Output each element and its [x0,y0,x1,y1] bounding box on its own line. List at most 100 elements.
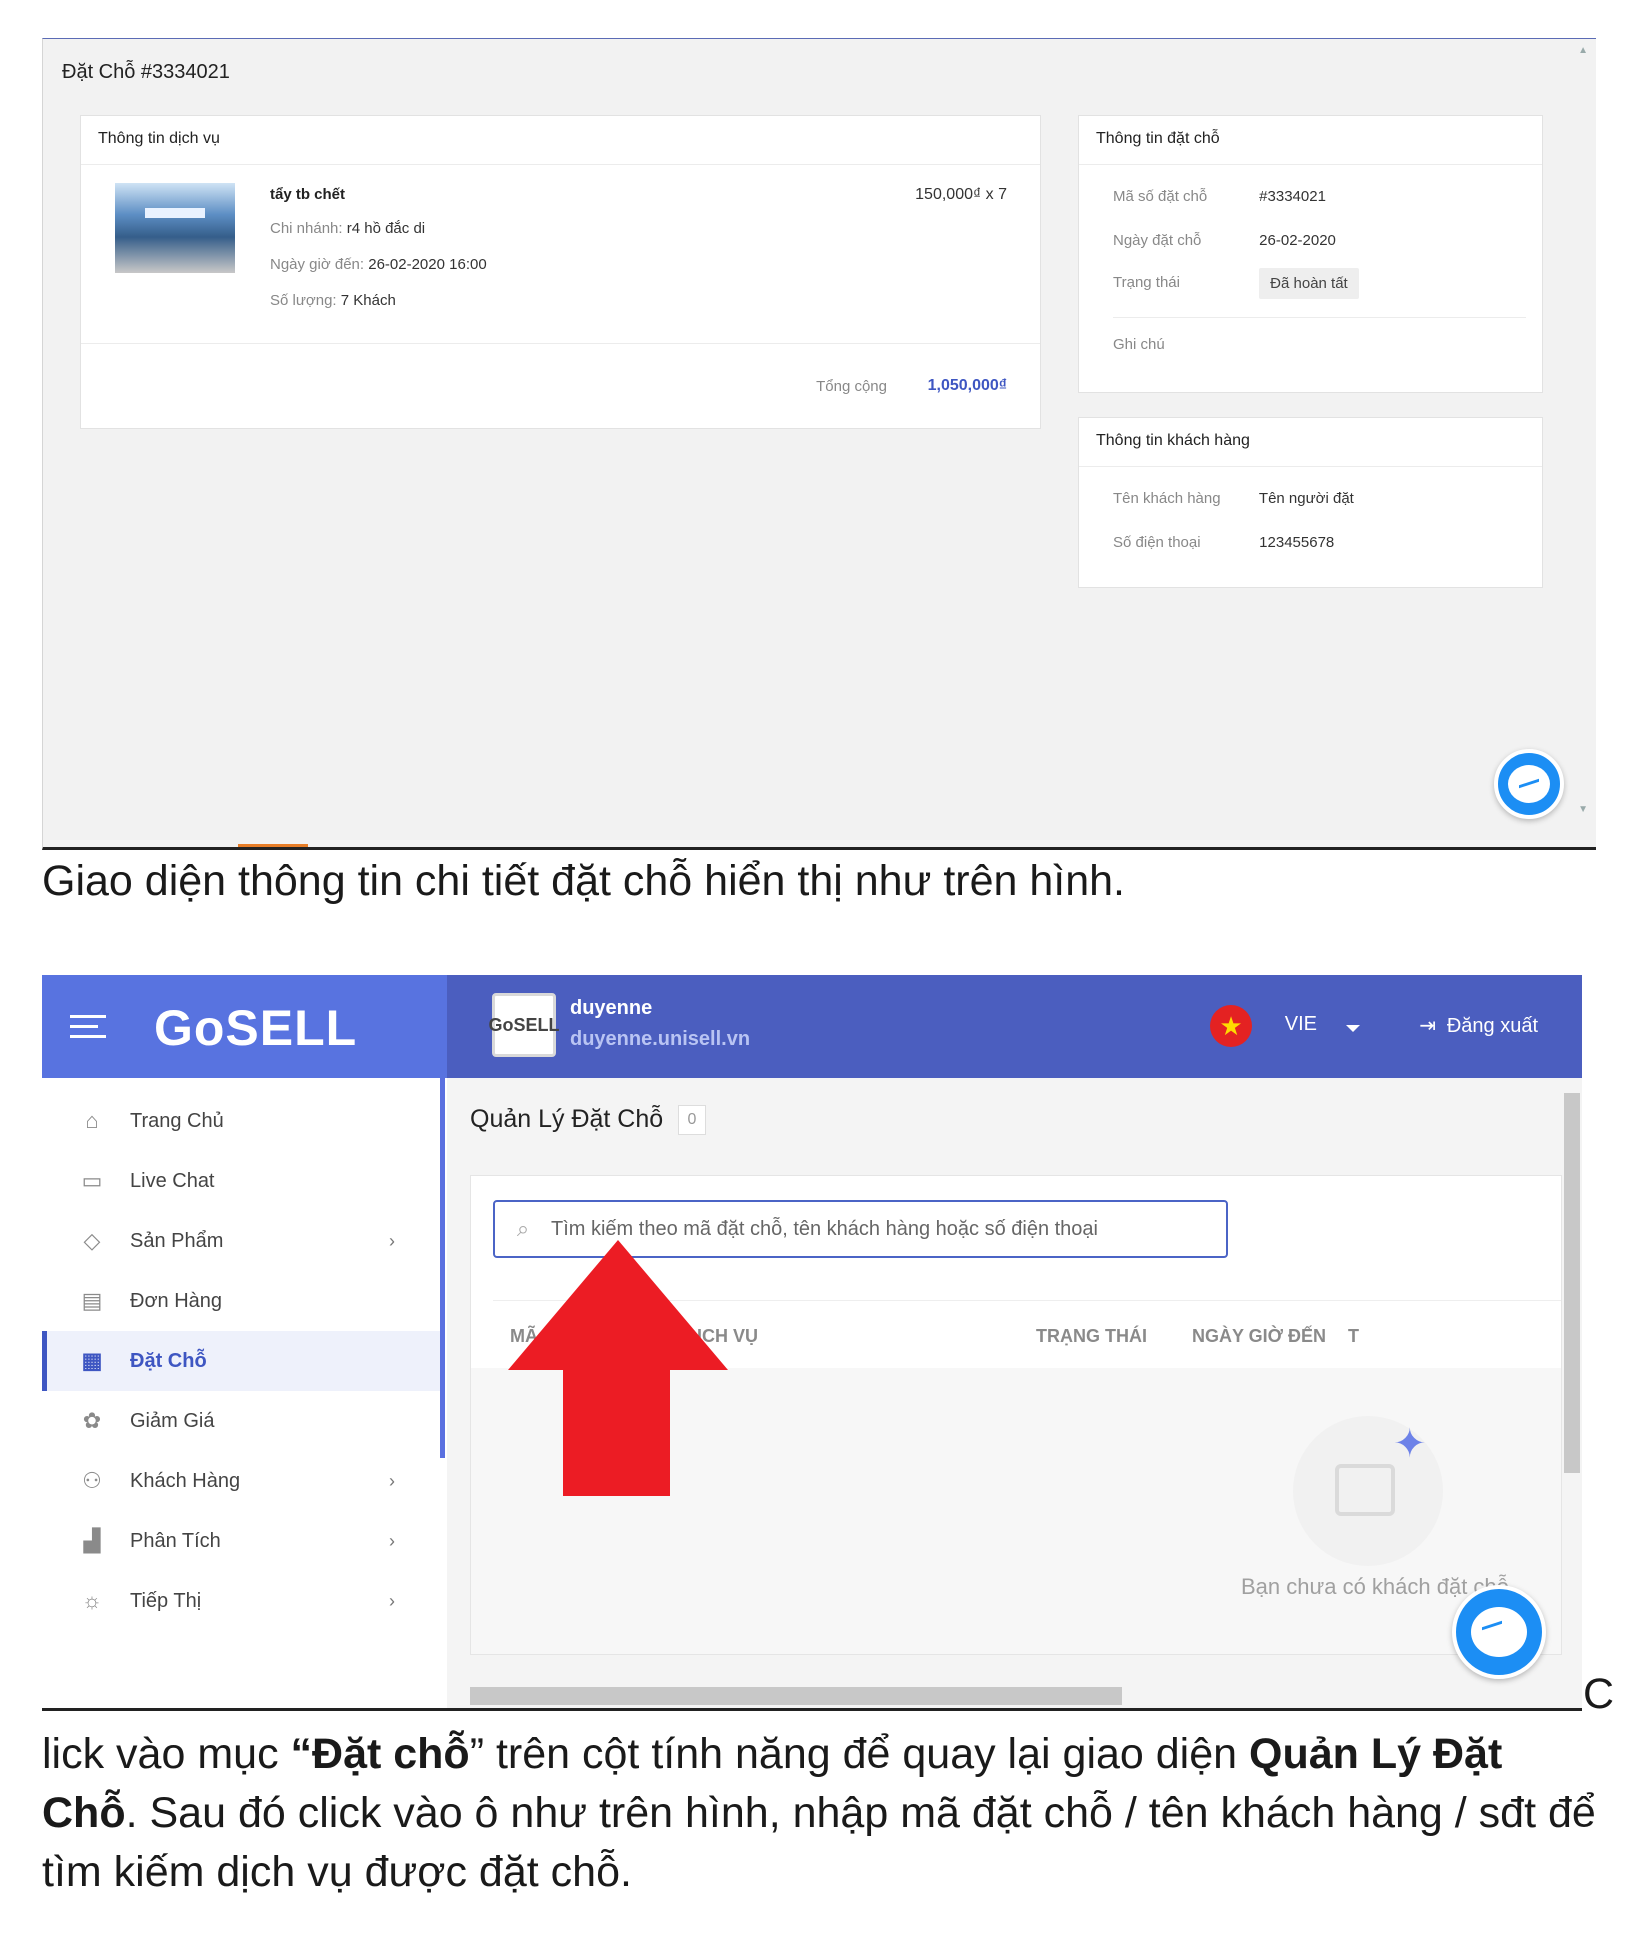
total-value: 1,050,000₫ [927,377,1007,394]
column-arrival[interactable]: NGÀY GIỜ ĐẾN [1192,1326,1326,1347]
service-name: tẩy tb chết [270,186,346,203]
top-header: GoSELL duyenne duyenne.unisell.vn ★ VIE … [447,975,1582,1078]
column-truncated[interactable]: T [1348,1326,1359,1347]
horizontal-scrollbar[interactable] [470,1687,1122,1705]
caption-2-part-1: lick vào mục [42,1730,291,1778]
booking-date-row: Ngày đặt chỗ 26-02-2020 [1113,232,1336,249]
order-icon: ▤ [81,1288,103,1313]
sidebar-item-label: Phân Tích [130,1529,221,1552]
sidebar-item-home[interactable]: ⌂ Trang Chủ [42,1091,440,1151]
chevron-down-icon[interactable] [1346,1025,1360,1032]
sidebar-item-marketing[interactable]: ☼ Tiếp Thị › [42,1571,440,1631]
sidebar-item-booking[interactable]: ▦ Đặt Chỗ [42,1331,440,1391]
status-badge: Đã hoàn tất [1259,268,1359,299]
booking-status-label: Trạng thái [1113,274,1180,291]
sidebar-item-label: Tiếp Thị [130,1589,202,1612]
shop-logo: GoSELL [489,993,560,1057]
service-price: 150,000₫ x 7 [915,186,1007,203]
booking-note-label: Ghi chú [1113,336,1165,353]
booking-count-badge: 0 [678,1105,706,1135]
sidebar-item-products[interactable]: ◇ Sản Phẩm › [42,1211,440,1271]
quantity-label: Số lượng: [270,292,337,309]
scroll-down-icon[interactable]: ▼ [1578,804,1588,815]
red-arrow-annotation [508,1240,728,1496]
chat-icon: ▭ [81,1168,103,1193]
booking-date-label: Ngày đặt chỗ [1113,232,1202,249]
language-label[interactable]: VIE [1285,1013,1317,1036]
customer-name-row: Tên khách hàng Tên người đặt [1113,490,1354,507]
caption-2-part-2: ” trên cột tính năng để quay lại giao di… [469,1730,1250,1778]
sidebar-item-label: Khách Hàng [130,1469,241,1492]
customer-phone-label: Số điện thoại [1113,534,1201,551]
shop-url[interactable]: duyenne.unisell.vn [570,1028,750,1051]
caption-1: Giao diện thông tin chi tiết đặt chỗ hiể… [42,857,1125,905]
sidebar-item-orders[interactable]: ▤ Đơn Hàng [42,1271,440,1331]
analytics-icon: ▟ [83,1528,101,1553]
booking-detail-title: Đặt Chỗ #3334021 [62,61,230,83]
vietnam-flag-icon[interactable]: ★ [1210,1005,1252,1047]
service-info-card: Thông tin dịch vụ tẩy tb chết Chi nhánh:… [80,115,1041,429]
messenger-icon[interactable] [1452,1585,1546,1679]
booking-card-header: Thông tin đặt chỗ [1079,116,1542,165]
quantity-line: Số lượng: 7 Khách [270,292,396,309]
sidebar-item-analytics[interactable]: ▟ Phân Tích › [42,1511,440,1571]
customer-name-value: Tên người đặt [1258,490,1354,507]
booking-code-value: #3334021 [1259,188,1326,205]
booking-info-card: Thông tin đặt chỗ Mã số đặt chỗ #3334021… [1078,115,1543,393]
menu-icon[interactable] [70,1015,106,1039]
total-label: Tổng cộng [816,378,887,395]
arrival-label: Ngày giờ đến: [270,256,365,273]
sidebar-item-live-chat[interactable]: ▭ Live Chat [42,1151,440,1211]
branch-line: Chi nhánh: r4 hồ đắc di [270,220,425,237]
page-title: Quản Lý Đặt Chỗ [470,1105,664,1133]
discount-icon: ✿ [82,1408,102,1433]
quantity-value: 7 Khách [340,292,396,309]
logout-label: Đăng xuất [1446,1015,1538,1037]
divider [1113,317,1526,318]
sidebar-item-label: Giảm Giá [130,1409,215,1432]
booking-note-row: Ghi chú [1113,336,1255,353]
calendar-icon: ▦ [81,1348,103,1373]
home-icon: ⌂ [85,1108,99,1133]
logout-button[interactable]: ⇥ Đăng xuất [1419,1013,1538,1038]
vertical-scrollbar[interactable] [1564,1093,1580,1473]
customer-phone-row: Số điện thoại 123455678 [1113,534,1334,551]
chevron-right-icon: › [389,1530,395,1551]
booking-code-label: Mã số đặt chỗ [1113,188,1208,205]
caption-2-bold-1: “Đặt chỗ [290,1730,470,1778]
branch-value: r4 hồ đắc di [346,220,426,237]
customer-card-header: Thông tin khách hàng [1079,418,1542,467]
customer-name-label: Tên khách hàng [1113,490,1221,507]
sidebar-item-label: Đơn Hàng [130,1289,223,1312]
sidebar-item-customers[interactable]: ⚇ Khách Hàng › [42,1451,440,1511]
brand-bar: GoSELL [42,975,447,1078]
customer-info-card: Thông tin khách hàng Tên khách hàng Tên … [1078,417,1543,588]
sidebar-item-label: Đặt Chỗ [130,1349,207,1372]
booking-date-value: 26-02-2020 [1259,232,1336,249]
sidebar-item-discounts[interactable]: ✿ Giảm Giá [42,1391,440,1451]
sidebar-scrollbar[interactable] [440,1078,445,1458]
customer-phone-value: 123455678 [1259,534,1335,551]
messenger-icon[interactable] [1494,749,1564,819]
booking-code-row: Mã số đặt chỗ #3334021 [1113,188,1326,205]
users-icon: ⚇ [82,1468,102,1493]
service-thumbnail [115,183,235,273]
booking-management-screenshot: GoSELL GoSELL duyenne duyenne.unisell.vn… [42,975,1582,1711]
booking-status-row: Trạng thái Đã hoàn tất [1113,268,1359,299]
search-icon: ⌕ [516,1216,530,1241]
search-placeholder: Tìm kiếm theo mã đặt chỗ, tên khách hàng… [551,1217,1098,1240]
scroll-up-icon[interactable]: ▲ [1578,45,1588,56]
arrival-line: Ngày giờ đến: 26-02-2020 16:00 [270,256,487,273]
tag-icon: ◇ [83,1228,101,1253]
caption-2-part-3: . Sau đó click vào ô như trên hình, nhập… [42,1789,1596,1896]
sidebar-item-label: Trang Chủ [130,1109,224,1132]
gosell-logo: GoSELL [154,1000,358,1056]
empty-calendar-icon: ✦ [1293,1416,1443,1566]
arrival-value: 26-02-2020 16:00 [368,256,487,273]
column-status[interactable]: TRẠNG THÁI [1036,1326,1147,1347]
scroll-indicator [238,844,308,847]
chevron-right-icon: › [389,1230,395,1251]
bulb-icon: ☼ [81,1588,103,1613]
sidebar-item-label: Live Chat [130,1169,215,1192]
shop-name: duyenne [570,997,653,1019]
